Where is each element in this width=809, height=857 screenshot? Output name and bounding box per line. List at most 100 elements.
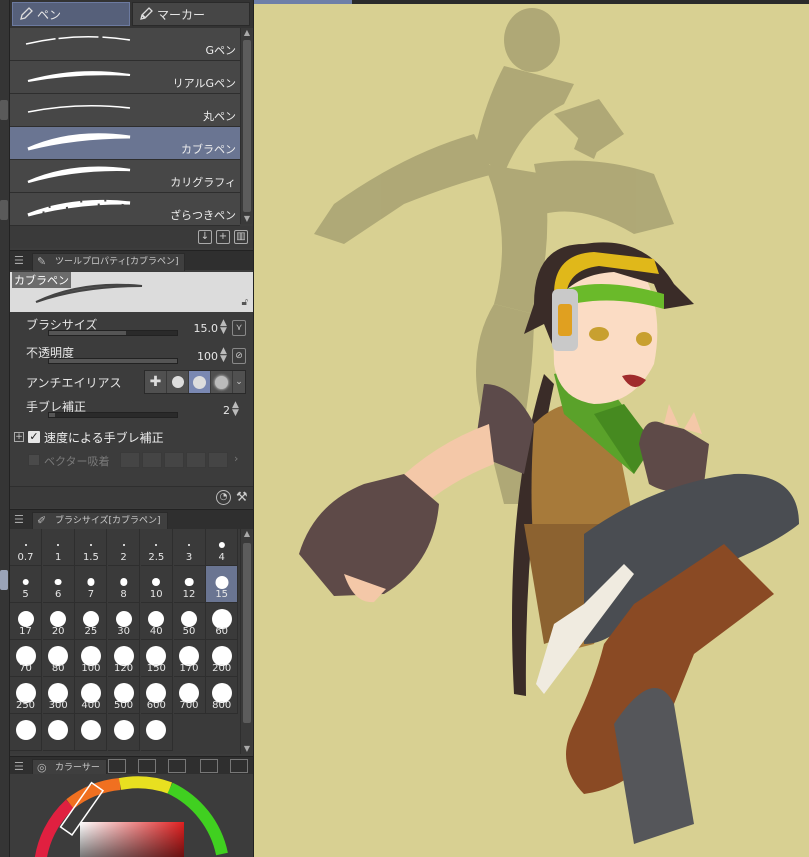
- brush-size-cell[interactable]: 150: [140, 640, 173, 677]
- brush-size-cell[interactable]: 25: [75, 603, 108, 640]
- vector-snap-option[interactable]: [164, 452, 184, 468]
- brush-size-cell[interactable]: 10: [140, 566, 173, 603]
- brush-item-rough-pen[interactable]: ざらつきペン: [10, 193, 240, 226]
- brush-size-cell[interactable]: 2.5: [140, 529, 173, 566]
- spinner-icon[interactable]: ▲ ▼: [220, 347, 228, 364]
- brush-size-cell[interactable]: [140, 714, 173, 751]
- brush-size-cell[interactable]: 100: [75, 640, 108, 677]
- brush-size-cell[interactable]: 3: [173, 529, 206, 566]
- brush-list-scrollbar[interactable]: ▲ ▼: [240, 28, 252, 224]
- tab-pen[interactable]: ペン: [12, 2, 130, 26]
- tab-tool-property[interactable]: ✎ ツールプロパティ[カブラペン]: [32, 253, 186, 271]
- approximate-color-tab-icon[interactable]: [200, 759, 218, 773]
- brush-size-cell[interactable]: 4: [206, 529, 239, 566]
- brush-size-cell[interactable]: 70: [10, 640, 42, 677]
- brush-size-cell[interactable]: 5: [10, 566, 42, 603]
- size-grid-scrollbar[interactable]: ▲ ▼: [240, 529, 252, 754]
- brush-item-calligraphy[interactable]: カリグラフィ: [10, 160, 240, 193]
- scrollbar-thumb[interactable]: [243, 40, 251, 212]
- menu-icon[interactable]: ☰: [14, 513, 24, 526]
- brush-size-cell[interactable]: 800: [206, 677, 239, 714]
- brush-size-cell[interactable]: 200: [206, 640, 239, 677]
- drawing-canvas[interactable]: [254, 4, 809, 857]
- brush-size-cell[interactable]: [42, 714, 75, 751]
- brush-size-cell[interactable]: 1: [42, 529, 75, 566]
- tab-marker[interactable]: マーカー: [132, 2, 250, 26]
- color-set-tab-icon[interactable]: [138, 759, 156, 773]
- scrollbar-thumb[interactable]: [243, 543, 251, 723]
- expand-icon[interactable]: +: [14, 432, 24, 442]
- sub-tool-detail-icon[interactable]: ◔: [216, 490, 231, 505]
- opacity-slider[interactable]: [48, 358, 178, 364]
- brush-item-maru-pen[interactable]: 丸ペン: [10, 94, 240, 127]
- spinner-icon[interactable]: ▲ ▼: [232, 401, 240, 418]
- brush-item-real-g-pen[interactable]: リアルGペン: [10, 61, 240, 94]
- import-icon[interactable]: ↓: [198, 230, 212, 244]
- brush-size-cell[interactable]: 250: [10, 677, 42, 714]
- speed-stabilization-checkbox[interactable]: ✓: [28, 431, 40, 443]
- color-wheel[interactable]: [10, 774, 254, 857]
- antialias-weak[interactable]: [167, 371, 189, 393]
- brush-size-cell[interactable]: [108, 714, 141, 751]
- brush-item-kabura-pen[interactable]: カブラペン: [10, 127, 240, 160]
- vector-snap-checkbox[interactable]: [28, 454, 40, 466]
- brush-size-cell[interactable]: 500: [108, 677, 141, 714]
- brush-size-cell[interactable]: 400: [75, 677, 108, 714]
- vector-snap-option[interactable]: [120, 452, 140, 468]
- brush-size-cell[interactable]: 30: [108, 603, 141, 640]
- brush-size-cell[interactable]: [75, 714, 108, 751]
- brush-size-cell[interactable]: 17: [10, 603, 42, 640]
- stabilization-slider[interactable]: [48, 412, 178, 418]
- brush-size-cell[interactable]: 15: [206, 566, 239, 603]
- brush-size-cell[interactable]: 700: [173, 677, 206, 714]
- opacity-value[interactable]: 100: [197, 350, 218, 363]
- vector-snap-option[interactable]: [208, 452, 228, 468]
- brush-size-cell[interactable]: 12: [173, 566, 206, 603]
- menu-icon[interactable]: ☰: [14, 760, 24, 773]
- brush-size-cell[interactable]: 0.7: [10, 529, 42, 566]
- wrench-icon[interactable]: ⚒: [236, 490, 248, 505]
- brush-size-cell[interactable]: 60: [206, 603, 239, 640]
- tab-brush-size[interactable]: ✐ ブラシサイズ[カブラペン]: [32, 512, 168, 530]
- opacity-options-icon[interactable]: ⊘: [232, 348, 246, 364]
- brush-size-cell[interactable]: 7: [75, 566, 108, 603]
- brush-size-cell[interactable]: [10, 714, 42, 751]
- brush-item-g-pen[interactable]: Gペン: [10, 28, 240, 61]
- chevron-right-icon[interactable]: ›: [234, 452, 238, 465]
- antialias-none[interactable]: ✚: [145, 371, 167, 393]
- tab-color-circle[interactable]: ◎ カラーサー: [32, 759, 107, 775]
- antialias-medium[interactable]: [189, 371, 211, 393]
- spinner-icon[interactable]: ▲ ▼: [220, 319, 228, 336]
- brush-size-slider[interactable]: [48, 330, 178, 336]
- lock-icon[interactable]: 🔓︎: [242, 297, 248, 308]
- brush-size-cell[interactable]: 2: [108, 529, 141, 566]
- vector-snap-option[interactable]: [142, 452, 162, 468]
- brush-size-cell[interactable]: 20: [42, 603, 75, 640]
- scroll-up-icon[interactable]: ▲: [241, 529, 253, 539]
- intermediate-color-tab-icon[interactable]: [168, 759, 186, 773]
- antialias-strong[interactable]: [211, 371, 233, 393]
- brush-size-cell[interactable]: 1.5: [75, 529, 108, 566]
- scroll-down-icon[interactable]: ▼: [241, 214, 253, 224]
- brush-size-cell[interactable]: 8: [108, 566, 141, 603]
- duplicate-icon[interactable]: +: [216, 230, 230, 244]
- pressure-toggle-icon[interactable]: ⋎: [232, 320, 246, 336]
- color-slider-tab-icon[interactable]: [108, 759, 126, 773]
- antialias-dropdown[interactable]: ⌄: [233, 371, 245, 393]
- scroll-up-icon[interactable]: ▲: [241, 28, 253, 38]
- brush-size-cell[interactable]: 50: [173, 603, 206, 640]
- trash-icon[interactable]: ▥: [234, 230, 248, 244]
- color-history-tab-icon[interactable]: [230, 759, 248, 773]
- brush-size-cell[interactable]: 80: [42, 640, 75, 677]
- brush-size-cell[interactable]: 6: [42, 566, 75, 603]
- brush-size-cell[interactable]: 170: [173, 640, 206, 677]
- scroll-down-icon[interactable]: ▼: [241, 744, 253, 754]
- brush-size-cell[interactable]: 120: [108, 640, 141, 677]
- stabilization-value[interactable]: 2: [223, 404, 230, 417]
- menu-icon[interactable]: ☰: [14, 254, 24, 267]
- brush-size-cell[interactable]: 300: [42, 677, 75, 714]
- brush-size-cell[interactable]: 600: [140, 677, 173, 714]
- brush-size-value[interactable]: 15.0: [194, 322, 219, 335]
- vector-snap-option[interactable]: [186, 452, 206, 468]
- brush-size-cell[interactable]: 40: [140, 603, 173, 640]
